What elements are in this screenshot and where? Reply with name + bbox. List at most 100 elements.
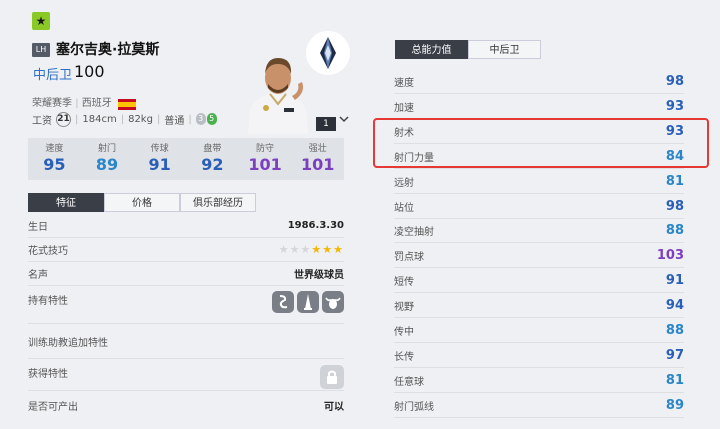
attribute-value: 98 xyxy=(665,198,684,214)
attribute-value: 97 xyxy=(665,347,684,363)
player-photo xyxy=(240,48,316,134)
skill-moves-row: 花式技巧 ★★★★★★ xyxy=(28,238,344,262)
attribute-value: 89 xyxy=(665,397,684,413)
info-tabs: 特征 价格 俱乐部经历 xyxy=(28,193,256,212)
trait-icons xyxy=(272,291,344,313)
birthday-value: 1986.3.30 xyxy=(287,220,344,231)
stat-value: 89 xyxy=(95,155,119,174)
tower-trait-icon[interactable] xyxy=(297,291,319,313)
stat-value: 101 xyxy=(248,155,282,174)
snake-trait-icon[interactable] xyxy=(272,291,294,313)
attribute-row: 射门弧线 89 xyxy=(394,394,684,418)
attribute-label: 速度 xyxy=(394,78,414,89)
star-badge-icon: ★ xyxy=(32,12,50,30)
star-icon: ★ xyxy=(278,243,290,256)
skill-stars-icon: ★★★★★★ xyxy=(279,243,344,256)
attribute-label: 凌空抽射 xyxy=(394,227,434,239)
strong-foot-icon: 5 xyxy=(206,113,217,125)
star-icon: ★ xyxy=(300,243,312,256)
bull-trait-icon[interactable] xyxy=(322,291,344,313)
weight-value: 82kg xyxy=(128,113,153,125)
skill-moves-label: 花式技巧 xyxy=(28,246,68,257)
attribute-label: 射门弧线 xyxy=(394,401,434,413)
attribute-row: 远射 81 xyxy=(394,170,684,194)
stat-label: 强壮 xyxy=(308,144,327,154)
star-icon: ★ xyxy=(333,243,344,256)
attribute-row: 传中 88 xyxy=(394,319,684,343)
attribute-value: 88 xyxy=(665,323,684,338)
tab-price[interactable]: 价格 xyxy=(104,193,180,212)
stat-label: 速度 xyxy=(45,144,64,154)
attribute-label: 长传 xyxy=(394,351,414,363)
earned-traits-label: 获得特性 xyxy=(28,369,68,380)
attribute-label: 短传 xyxy=(394,277,414,289)
stat-item: 传球 91 xyxy=(133,138,186,180)
attribute-value: 91 xyxy=(665,273,684,289)
attribute-row: 罚点球 103 xyxy=(394,244,684,269)
attribute-row: 加速 93 xyxy=(394,95,684,119)
lock-icon xyxy=(320,365,344,389)
divider: | xyxy=(188,113,192,125)
divider: | xyxy=(75,98,79,109)
reputation-label: 名声 xyxy=(28,270,48,281)
attribute-row: 站位 98 xyxy=(394,195,684,219)
stat-value: 95 xyxy=(43,155,66,174)
attribute-label: 远射 xyxy=(394,177,414,189)
tab-features[interactable]: 特征 xyxy=(28,193,104,212)
attribute-row: 长传 97 xyxy=(394,344,684,368)
attribute-value: 93 xyxy=(665,98,684,114)
attribute-label: 视野 xyxy=(394,302,414,314)
level-badge[interactable]: 1 xyxy=(316,117,336,131)
body-type: 普通 xyxy=(164,115,185,127)
stat-item: 防守 101 xyxy=(239,138,292,180)
star-icon: ★ xyxy=(289,243,301,256)
player-overall: 100 xyxy=(74,62,105,81)
sellable-label: 是否可产出 xyxy=(28,401,78,413)
trained-traits-label: 训练助教追加特性 xyxy=(28,337,108,349)
attribute-label: 罚点球 xyxy=(394,252,424,264)
attribute-value: 94 xyxy=(665,298,684,314)
attribute-value: 98 xyxy=(665,74,684,89)
spain-flag-icon xyxy=(118,95,136,110)
traits-row: 持有特性 xyxy=(28,286,344,324)
tab-center-back[interactable]: 中后卫 xyxy=(468,40,541,59)
tab-overall-attributes[interactable]: 总能力值 xyxy=(395,40,468,59)
sellable-row: 是否可产出 可以 xyxy=(28,391,344,419)
birthday-label: 生日 xyxy=(28,222,48,233)
reputation-value: 世界级球员 xyxy=(294,270,344,281)
tab-club-history[interactable]: 俱乐部经历 xyxy=(180,193,256,212)
nation-label: 西班牙 xyxy=(81,98,112,109)
stat-label: 传球 xyxy=(150,144,169,154)
attribute-row: 速度 98 xyxy=(394,70,684,94)
attribute-tabs: 总能力值 中后卫 xyxy=(395,40,541,59)
divider: | xyxy=(156,113,161,125)
divider: | xyxy=(75,113,79,125)
reputation-row: 名声 世界级球员 xyxy=(28,262,344,286)
attribute-label: 任意球 xyxy=(394,376,424,388)
earned-traits-row: 获得特性 xyxy=(28,359,344,391)
height-value: 184cm xyxy=(82,113,117,125)
traits-label: 持有特性 xyxy=(28,296,68,307)
attribute-value: 81 xyxy=(665,372,684,388)
chevron-down-icon[interactable] xyxy=(339,114,349,127)
weak-foot-icon: 3 xyxy=(195,113,206,125)
wage-label: 工资 xyxy=(32,115,52,127)
stat-label: 防守 xyxy=(256,144,275,154)
wage-value: 21 xyxy=(56,111,71,127)
position-chip: LH xyxy=(32,43,50,57)
attribute-label: 传中 xyxy=(394,327,414,338)
attribute-value: 81 xyxy=(665,173,684,189)
physical-attributes: 工资 21 | 184cm | 82kg | 普通 | 3 5 xyxy=(32,111,217,127)
trained-traits-row: 训练助教追加特性 xyxy=(28,324,344,359)
stat-label: 射门 xyxy=(98,144,117,154)
stat-value: 92 xyxy=(201,155,224,174)
attribute-row: 任意球 81 xyxy=(394,369,684,393)
birthday-row: 生日 1986.3.30 xyxy=(28,214,344,238)
star-icon: ★ xyxy=(322,243,334,256)
stat-value: 101 xyxy=(300,155,335,174)
season-label: 荣耀赛季 xyxy=(32,98,72,109)
stat-value: 91 xyxy=(148,155,171,174)
sellable-value: 可以 xyxy=(324,401,344,413)
summary-stats: 速度 95 射门 89 传球 91 盘带 92 防守 101 强壮 101 xyxy=(28,138,344,180)
season-nation-line: 荣耀赛季 | 西班牙 xyxy=(32,94,112,109)
